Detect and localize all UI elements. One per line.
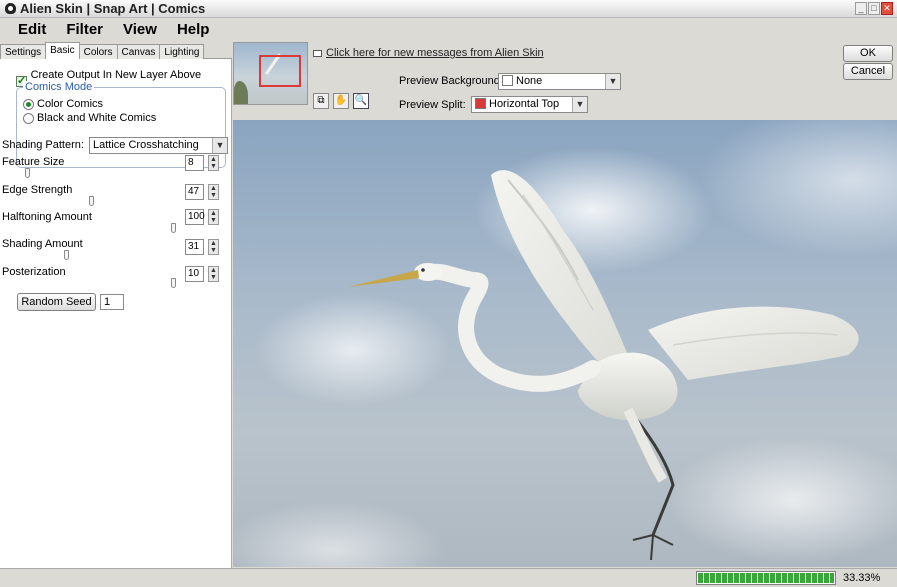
edge-strength-label: Edge Strength: [2, 184, 73, 196]
menu-bar: Edit Filter View Help: [0, 19, 219, 41]
preview-tools: ⧉ ✋ 🔍: [313, 93, 369, 109]
messages-link[interactable]: Click here for new messages from Alien S…: [313, 47, 544, 59]
messages-link-text: Click here for new messages from Alien S…: [326, 47, 544, 59]
egret-illustration: [348, 170, 859, 561]
shading-pattern-label: Shading Pattern:: [2, 139, 84, 151]
menu-filter[interactable]: Filter: [56, 19, 113, 41]
feature-size-label: Feature Size: [2, 156, 65, 168]
posterization-spinner[interactable]: ▲ ▼: [208, 266, 219, 282]
shading-amount-label: Shading Amount: [2, 238, 83, 250]
thumbnail-tree: [234, 81, 248, 104]
background-swatch: [502, 75, 513, 86]
posterization-thumb[interactable]: [171, 278, 176, 288]
halftoning-amount-thumb[interactable]: [171, 223, 176, 233]
tab-canvas[interactable]: Canvas: [116, 44, 161, 59]
tab-bar: Settings Basic Colors Canvas Lighting: [0, 42, 232, 59]
menu-edit[interactable]: Edit: [0, 19, 56, 41]
title-bar: Alien Skin | Snap Art | Comics _ □ ✕: [0, 0, 897, 18]
navigator-thumbnail[interactable]: [233, 42, 308, 105]
alien-skin-logo-icon: [5, 3, 16, 14]
menu-help[interactable]: Help: [167, 19, 220, 41]
preview-background-label: Preview Background:: [399, 75, 503, 87]
posterization-value[interactable]: 10: [185, 266, 204, 282]
edge-strength-value[interactable]: 47: [185, 184, 204, 200]
preview-background-value: None: [516, 75, 543, 87]
shading-amount-slider[interactable]: [16, 255, 176, 256]
tab-settings[interactable]: Settings: [0, 44, 47, 59]
ok-button[interactable]: OK: [843, 45, 893, 62]
feature-size-spinner[interactable]: ▲ ▼: [208, 155, 219, 171]
chevron-down-icon: ▼: [212, 138, 227, 153]
posterization-label: Posterization: [2, 266, 66, 278]
halftoning-amount-spinner[interactable]: ▲ ▼: [208, 209, 219, 225]
cancel-button[interactable]: Cancel: [843, 63, 893, 80]
random-seed-button[interactable]: Random Seed: [17, 293, 96, 311]
preview-background-select[interactable]: None ▼: [498, 73, 621, 90]
menu-view[interactable]: View: [113, 19, 167, 41]
window-controls: _ □ ✕: [855, 2, 893, 15]
bw-comics-label: Black and White Comics: [37, 112, 157, 124]
bw-comics-option[interactable]: Black and White Comics: [23, 112, 156, 124]
hand-icon[interactable]: ✋: [333, 93, 349, 109]
render-progress-bar: [696, 571, 836, 585]
feature-size-thumb[interactable]: [25, 168, 31, 178]
feature-size-slider[interactable]: [16, 173, 176, 174]
shading-pattern-value: Lattice Crosshatching: [93, 139, 199, 151]
random-seed-input[interactable]: [100, 294, 124, 310]
settings-panel: Settings Basic Colors Canvas Lighting Cr…: [0, 42, 232, 568]
tab-colors[interactable]: Colors: [78, 44, 118, 59]
shading-amount-thumb[interactable]: [64, 250, 70, 260]
chevron-down-icon: ▼: [572, 97, 587, 112]
zoom-level: 33.33%: [843, 572, 881, 584]
render-progress-fill: [698, 573, 834, 583]
color-comics-radio[interactable]: [23, 98, 34, 110]
close-button[interactable]: ✕: [881, 2, 893, 15]
halftoning-amount-slider[interactable]: [16, 228, 176, 229]
preview-split-label: Preview Split:: [399, 99, 466, 111]
bw-comics-radio[interactable]: [23, 112, 34, 124]
preview-toolbar: Click here for new messages from Alien S…: [233, 42, 897, 119]
feature-size-value[interactable]: 8: [185, 155, 204, 171]
preview-split-value: Horizontal Top: [489, 98, 560, 110]
color-comics-option[interactable]: Color Comics: [23, 98, 103, 110]
halftoning-amount-value[interactable]: 100: [185, 209, 205, 225]
zoom-icon[interactable]: 🔍: [353, 93, 369, 109]
mail-icon: [313, 49, 322, 57]
tab-basic[interactable]: Basic: [45, 42, 80, 59]
navigator-selection[interactable]: [259, 55, 301, 87]
chevron-down-icon: ▼: [605, 74, 620, 89]
window-title: Alien Skin | Snap Art | Comics: [20, 1, 206, 16]
edge-strength-thumb[interactable]: [88, 196, 94, 206]
posterization-slider[interactable]: [16, 283, 176, 284]
halftoning-amount-label: Halftoning Amount: [2, 211, 92, 223]
compare-icon[interactable]: ⧉: [313, 93, 329, 109]
preview-canvas[interactable]: [233, 120, 897, 567]
shading-pattern-select[interactable]: Lattice Crosshatching ▼: [89, 137, 228, 154]
edge-strength-spinner[interactable]: ▲ ▼: [208, 184, 219, 200]
comics-mode-legend: Comics Mode: [23, 81, 95, 93]
shading-amount-spinner[interactable]: ▲ ▼: [208, 239, 219, 255]
tab-lighting[interactable]: Lighting: [159, 44, 205, 59]
split-swatch: [475, 98, 486, 109]
minimize-button[interactable]: _: [855, 2, 867, 15]
shading-amount-value[interactable]: 31: [185, 239, 204, 255]
preview-split-select[interactable]: Horizontal Top ▼: [471, 96, 588, 113]
maximize-button[interactable]: □: [868, 2, 880, 15]
edge-strength-slider[interactable]: [16, 201, 176, 202]
status-bar: 33.33%: [0, 568, 897, 587]
color-comics-label: Color Comics: [37, 98, 104, 110]
